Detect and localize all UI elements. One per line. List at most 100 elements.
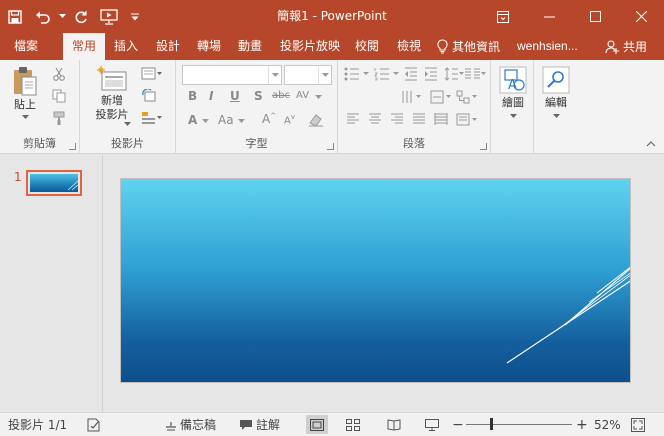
distributed-icon[interactable] bbox=[434, 113, 448, 125]
slides-group: 新增 投影片 投影片 bbox=[80, 60, 176, 154]
numbering-icon[interactable] bbox=[374, 67, 400, 81]
chevron-down-icon bbox=[315, 95, 322, 99]
undo-button[interactable] bbox=[30, 0, 56, 33]
reset-slide-button[interactable] bbox=[140, 88, 158, 104]
lightbulb-icon bbox=[437, 39, 448, 54]
slide-thumbnail-image bbox=[30, 174, 78, 192]
zoom-in-button[interactable]: + bbox=[576, 413, 588, 436]
zoom-slider-thumb[interactable] bbox=[489, 418, 493, 430]
slide-thumbnail[interactable] bbox=[26, 170, 82, 196]
user-account[interactable]: wenhsien... bbox=[517, 33, 578, 60]
undo-dropdown[interactable] bbox=[56, 0, 68, 33]
zoom-percent[interactable]: 52% bbox=[594, 413, 621, 436]
columns-icon[interactable] bbox=[464, 67, 486, 81]
normal-view-button[interactable] bbox=[306, 415, 328, 434]
share-button[interactable]: 共用 bbox=[598, 35, 654, 58]
tab-slide-show[interactable]: 投影片放映 bbox=[277, 33, 343, 60]
copy-button[interactable] bbox=[50, 88, 68, 104]
save-button[interactable] bbox=[0, 0, 30, 33]
ribbon-display-options-button[interactable] bbox=[480, 0, 526, 33]
decrease-font-size-button[interactable]: Av bbox=[284, 113, 295, 126]
tab-review[interactable]: 校閱 bbox=[351, 33, 383, 60]
reading-view-button[interactable] bbox=[383, 415, 405, 434]
slide-canvas[interactable] bbox=[120, 178, 631, 383]
increase-font-size-button[interactable]: A^ bbox=[262, 112, 276, 126]
align-left-icon[interactable] bbox=[346, 113, 360, 125]
customize-qat-button[interactable] bbox=[124, 0, 146, 33]
new-slide-button[interactable]: 新增 投影片 bbox=[92, 66, 132, 122]
format-painter-button[interactable] bbox=[50, 110, 68, 126]
cut-button[interactable] bbox=[50, 66, 68, 82]
tab-view[interactable]: 檢視 bbox=[392, 33, 426, 60]
present-from-beginning-button[interactable] bbox=[94, 0, 124, 33]
clipboard-group: 貼上 剪貼簿 bbox=[0, 60, 80, 154]
copy-icon bbox=[52, 89, 66, 103]
underline-button[interactable]: U bbox=[230, 89, 240, 103]
change-case-button[interactable]: Aa bbox=[218, 113, 234, 127]
close-button[interactable] bbox=[618, 0, 664, 33]
font-name-dropdown[interactable] bbox=[268, 66, 281, 84]
font-color-button[interactable]: A bbox=[188, 113, 197, 127]
section-icon bbox=[142, 112, 162, 124]
zoom-out-button[interactable]: − bbox=[452, 413, 464, 436]
zoom-slider[interactable] bbox=[466, 424, 572, 425]
paste-button[interactable]: 貼上 bbox=[8, 66, 42, 120]
maximize-button[interactable] bbox=[572, 0, 618, 33]
notes-button[interactable]: 備忘稿 bbox=[165, 413, 216, 436]
clipboard-group-label: 剪貼簿 bbox=[23, 137, 56, 150]
minimize-icon bbox=[543, 16, 555, 17]
ribbon: 貼上 剪貼簿 新增 投影片 投影片 B I U S abc AV A Aa A^… bbox=[0, 60, 664, 154]
align-right-icon[interactable] bbox=[390, 113, 404, 125]
tab-transitions[interactable]: 轉場 bbox=[192, 33, 226, 60]
tab-design[interactable]: 設計 bbox=[151, 33, 185, 60]
bold-button[interactable]: B bbox=[188, 89, 197, 103]
minimize-button[interactable] bbox=[526, 0, 572, 33]
align-center-icon[interactable] bbox=[368, 113, 382, 125]
tab-insert[interactable]: 插入 bbox=[110, 33, 142, 60]
smartart-icon[interactable] bbox=[456, 90, 478, 104]
text-shadow-button[interactable]: S bbox=[254, 89, 263, 103]
ribbon-tabs: 檔案 常用 插入 設計 轉場 動畫 投影片放映 校閱 檢視 其他資訊 wenhs… bbox=[0, 33, 664, 60]
editing-button[interactable]: 編輯 bbox=[539, 66, 573, 119]
character-spacing-button[interactable]: AV bbox=[296, 90, 309, 101]
slide-show-button[interactable] bbox=[421, 415, 443, 434]
justify-icon[interactable] bbox=[412, 113, 426, 125]
clear-formatting-icon[interactable] bbox=[308, 113, 324, 127]
decrease-indent-icon[interactable] bbox=[404, 67, 418, 81]
text-direction-icon[interactable] bbox=[400, 90, 422, 104]
strikethrough-button[interactable]: abc bbox=[272, 90, 290, 101]
fit-to-window-button[interactable] bbox=[631, 413, 645, 436]
workspace: 1 bbox=[0, 155, 664, 412]
font-name-combo[interactable] bbox=[182, 65, 282, 85]
font-size-dropdown[interactable] bbox=[318, 66, 331, 84]
spell-check-button[interactable] bbox=[86, 413, 102, 436]
bullets-icon[interactable] bbox=[344, 67, 370, 81]
redo-icon bbox=[75, 10, 87, 23]
collapse-ribbon-icon[interactable] bbox=[646, 140, 656, 147]
clipboard-dialog-launcher[interactable] bbox=[69, 143, 76, 150]
italic-button[interactable]: I bbox=[209, 89, 213, 103]
increase-indent-icon[interactable] bbox=[424, 67, 438, 81]
slide-sorter-view-button[interactable] bbox=[342, 415, 364, 434]
tab-file[interactable]: 檔案 bbox=[4, 33, 48, 60]
chevron-down-icon bbox=[202, 119, 209, 123]
chevron-down-icon bbox=[271, 72, 279, 77]
tab-home[interactable]: 常用 bbox=[63, 33, 105, 60]
align-text-icon[interactable] bbox=[430, 90, 452, 104]
reading-view-icon bbox=[387, 418, 401, 431]
line-spacing-icon[interactable] bbox=[444, 67, 464, 81]
tab-animations[interactable]: 動畫 bbox=[233, 33, 267, 60]
slide-thumbnails-pane[interactable]: 1 bbox=[0, 155, 103, 412]
new-slide-label-line2: 投影片 bbox=[95, 108, 129, 121]
font-dialog-launcher[interactable] bbox=[327, 143, 334, 150]
font-size-combo[interactable] bbox=[284, 65, 332, 85]
paragraph-dialog-launcher[interactable] bbox=[480, 143, 487, 150]
convert-to-smartart-icon[interactable] bbox=[456, 113, 478, 127]
comments-label: 註解 bbox=[256, 418, 281, 432]
section-button[interactable] bbox=[140, 110, 164, 126]
layout-button[interactable] bbox=[140, 66, 164, 82]
comments-button[interactable]: 註解 bbox=[239, 413, 280, 436]
redo-button[interactable] bbox=[68, 0, 94, 33]
tell-me-box[interactable]: 其他資訊 bbox=[437, 33, 500, 60]
drawing-button[interactable]: A 繪圖 bbox=[496, 66, 530, 119]
